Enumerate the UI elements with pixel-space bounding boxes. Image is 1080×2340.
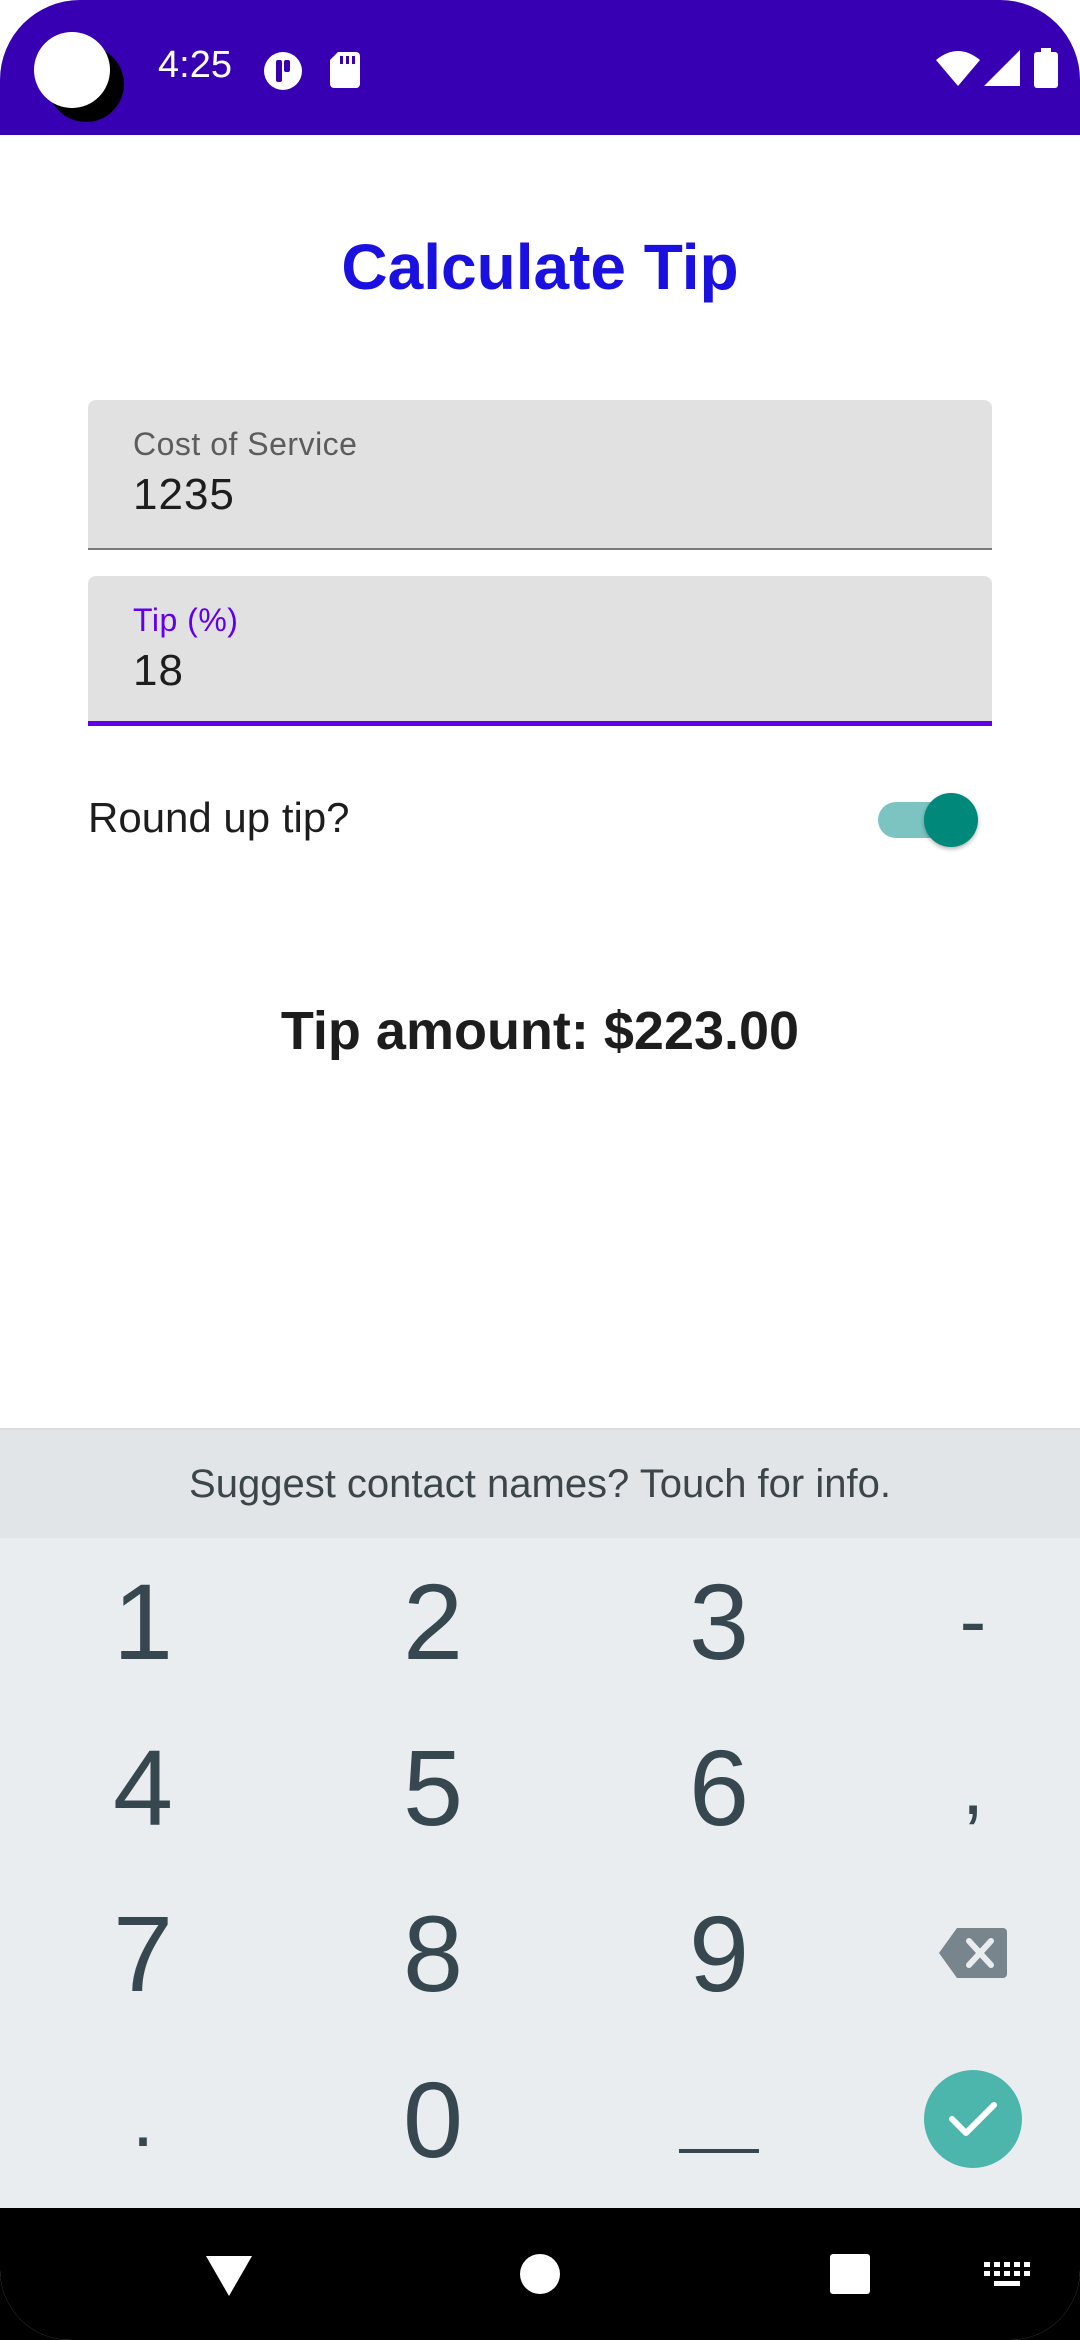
numeric-keyboard: Suggest contact names? Touch for info. 1… xyxy=(0,1428,1080,2208)
sd-card-icon xyxy=(330,52,360,88)
recents-icon[interactable] xyxy=(830,2254,870,2294)
cost-of-service-value[interactable]: 1235 xyxy=(133,470,235,520)
key-5[interactable]: 5 xyxy=(298,1704,568,1870)
backspace-icon xyxy=(939,1928,1007,1978)
cost-of-service-field[interactable]: Cost of Service 1235 xyxy=(88,400,992,550)
info-badge-icon xyxy=(264,52,302,90)
cost-of-service-label: Cost of Service xyxy=(133,426,358,462)
done-key[interactable] xyxy=(838,2036,1080,2202)
tip-percent-value[interactable]: 18 xyxy=(133,646,184,696)
key-7[interactable]: 7 xyxy=(8,1870,278,2036)
round-up-label: Round up tip? xyxy=(88,794,350,841)
key-8[interactable]: 8 xyxy=(298,1870,568,2036)
round-up-row: Round up tip? xyxy=(88,790,992,850)
wifi-icon xyxy=(936,51,980,86)
underscore-glyph xyxy=(679,2149,759,2153)
status-bar: 4:25 xyxy=(0,0,1080,135)
battery-icon xyxy=(1034,48,1058,88)
key-1[interactable]: 1 xyxy=(8,1538,278,1704)
keyboard-switch-icon[interactable] xyxy=(984,2262,1030,2288)
suggestion-strip[interactable]: Suggest contact names? Touch for info. xyxy=(0,1428,1080,1538)
switch-thumb xyxy=(924,793,978,847)
backspace-key[interactable] xyxy=(838,1870,1080,2036)
key-9[interactable]: 9 xyxy=(584,1870,854,2036)
key-6[interactable]: 6 xyxy=(584,1704,854,1870)
key-3[interactable]: 3 xyxy=(584,1538,854,1704)
camera-cutout xyxy=(34,32,110,108)
signal-icon xyxy=(984,50,1020,86)
suggestion-text: Suggest contact names? Touch for info. xyxy=(189,1462,891,1506)
tip-amount-result: Tip amount: $223.00 xyxy=(280,1001,800,1061)
key-comma[interactable]: , xyxy=(838,1704,1080,1870)
done-button[interactable] xyxy=(924,2070,1022,2168)
key-0[interactable]: 0 xyxy=(298,2036,568,2202)
back-icon[interactable] xyxy=(206,2256,252,2296)
key-period[interactable]: . xyxy=(8,2036,278,2202)
status-time: 4:25 xyxy=(158,44,232,86)
tip-percent-label: Tip (%) xyxy=(133,602,239,638)
round-up-switch[interactable] xyxy=(878,793,978,847)
navigation-bar xyxy=(0,2208,1080,2340)
key-underscore[interactable] xyxy=(584,2036,854,2202)
checkmark-icon xyxy=(949,2102,997,2136)
page-title: Calculate Tip xyxy=(341,231,739,303)
key-2[interactable]: 2 xyxy=(298,1538,568,1704)
app-screen: 4:25 Calculate Tip Cost of Service 1235 … xyxy=(0,0,1080,2340)
key-4[interactable]: 4 xyxy=(8,1704,278,1870)
tip-percent-field[interactable]: Tip (%) 18 xyxy=(88,576,992,726)
home-icon[interactable] xyxy=(520,2254,560,2294)
key-minus[interactable]: - xyxy=(838,1538,1080,1704)
